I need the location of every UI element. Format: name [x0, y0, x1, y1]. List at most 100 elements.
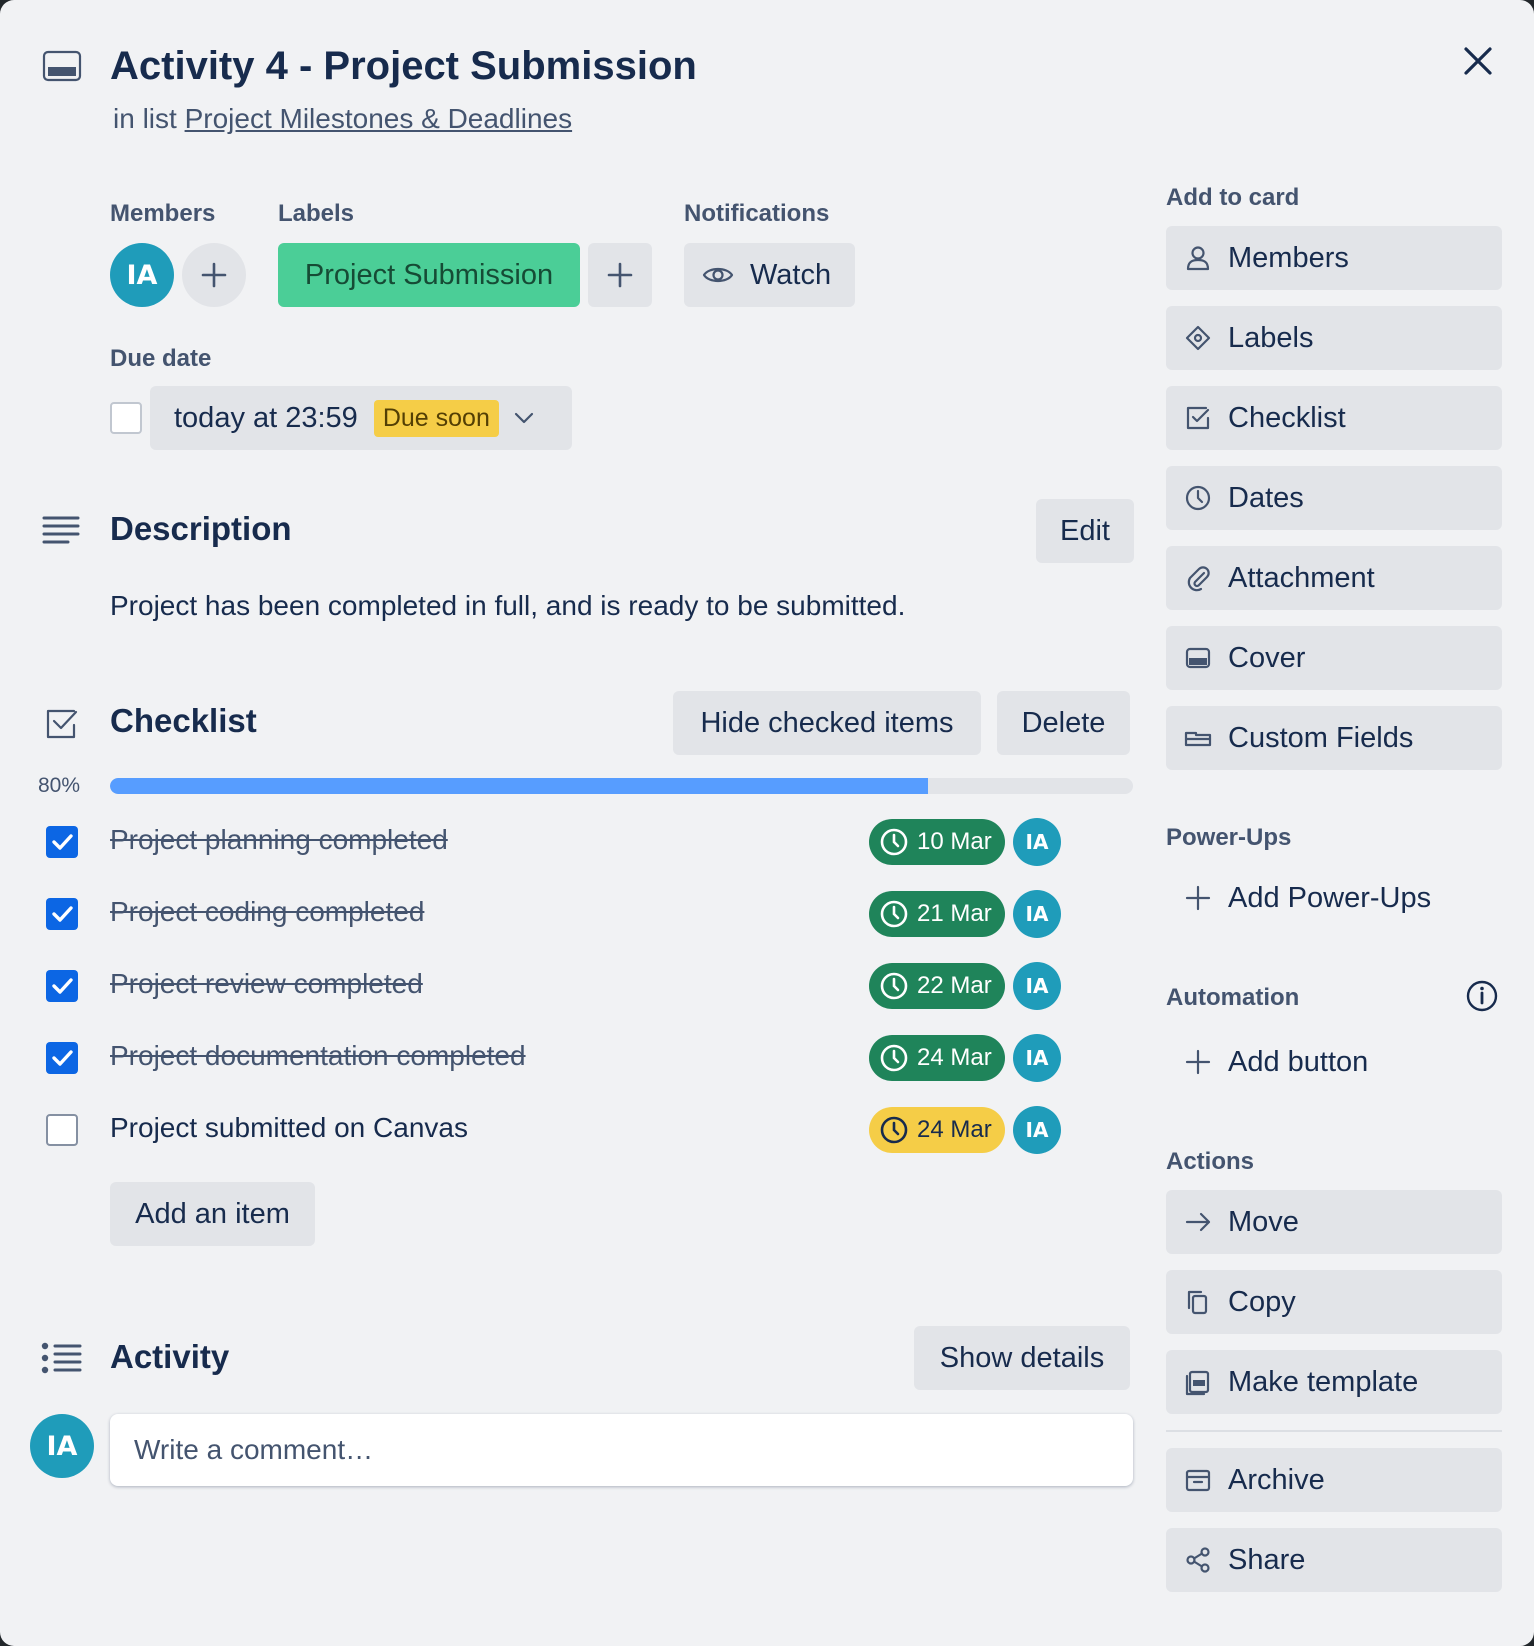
- add-member-button[interactable]: [182, 243, 246, 307]
- sidebar-dates-button[interactable]: Dates: [1166, 466, 1502, 530]
- list-link[interactable]: Project Milestones & Deadlines: [185, 103, 573, 134]
- checklist-item-text[interactable]: Project coding completed: [110, 896, 424, 928]
- automation-info-button[interactable]: [1464, 978, 1500, 1014]
- clock-icon: [880, 1116, 908, 1144]
- comment-input[interactable]: [110, 1414, 1133, 1486]
- activity-title: Activity: [110, 1338, 230, 1375]
- checklist-title[interactable]: Checklist: [110, 702, 257, 740]
- checklist-item-due-date[interactable]: 24 Mar: [869, 1107, 1005, 1153]
- checklist-progress-fill: [110, 778, 929, 794]
- checklist-item-date-text: 22 Mar: [917, 972, 992, 999]
- sidebar-button-label: Move: [1228, 1205, 1299, 1238]
- checklist-item-date-text: 24 Mar: [917, 1116, 992, 1143]
- person-icon: [1186, 246, 1210, 271]
- checklist-item-checkbox[interactable]: [46, 1042, 78, 1074]
- checkmark-icon: [52, 906, 73, 922]
- sidebar-labels-button[interactable]: Labels: [1166, 306, 1502, 370]
- due-status-badge: Due soon: [373, 399, 499, 437]
- edit-description-button[interactable]: Edit: [1036, 499, 1134, 563]
- checklist-item-due-date[interactable]: 21 Mar: [869, 891, 1005, 937]
- checklist-item-text[interactable]: Project review completed: [110, 968, 423, 1000]
- checklist-item-text[interactable]: Project documentation completed: [110, 1040, 526, 1072]
- checklist-item-checkbox[interactable]: [46, 970, 78, 1002]
- checklist-item-assignee[interactable]: IA: [1013, 1106, 1061, 1154]
- checkmark-icon: [52, 834, 73, 850]
- sidebar-button-label: Archive: [1228, 1463, 1325, 1496]
- hide-checked-items-button[interactable]: Hide checked items: [673, 691, 981, 755]
- checklist-item[interactable]: Project coding completed 21 Mar IA: [0, 884, 1140, 944]
- checklist-item-date-text: 21 Mar: [917, 900, 992, 927]
- checklist-item-date-text: 24 Mar: [917, 1044, 992, 1071]
- make-template-button[interactable]: Make template: [1166, 1350, 1502, 1414]
- checklist-item-due-date[interactable]: 10 Mar: [869, 819, 1005, 865]
- due-date-value: today at 23:59: [174, 401, 358, 434]
- checklist-item[interactable]: Project documentation completed 24 Mar I…: [0, 1028, 1140, 1088]
- chevron-down-icon: [514, 412, 533, 424]
- copy-card-button[interactable]: Copy: [1166, 1270, 1502, 1334]
- sidebar-button-label: Labels: [1228, 321, 1314, 354]
- archive-card-button[interactable]: Archive: [1166, 1448, 1502, 1512]
- checklist-item-assignee[interactable]: IA: [1013, 1034, 1061, 1082]
- description-text[interactable]: Project has been completed in full, and …: [110, 590, 905, 622]
- checklist-item-assignee[interactable]: IA: [1013, 962, 1061, 1010]
- delete-label: Delete: [1021, 706, 1106, 739]
- template-icon: [1185, 1370, 1210, 1396]
- sidebar-cover-button[interactable]: Cover: [1166, 626, 1502, 690]
- sidebar-members-button[interactable]: Members: [1166, 226, 1502, 290]
- checklist-item-due-date[interactable]: 22 Mar: [869, 963, 1005, 1009]
- add-label-button[interactable]: [588, 243, 652, 307]
- checklist-item-checkbox[interactable]: [46, 1114, 78, 1146]
- sidebar-checklist-button[interactable]: Checklist: [1166, 386, 1502, 450]
- checklist-item-text[interactable]: Project planning completed: [110, 824, 448, 856]
- sidebar-attachment-button[interactable]: Attachment: [1166, 546, 1502, 610]
- add-automation-button[interactable]: Add button: [1166, 1030, 1502, 1094]
- clock-icon: [880, 1044, 908, 1072]
- delete-checklist-button[interactable]: Delete: [997, 691, 1130, 755]
- checklist-item-due-date[interactable]: 24 Mar: [869, 1035, 1005, 1081]
- sidebar-button-label: Custom Fields: [1228, 721, 1414, 754]
- watch-label: Watch: [750, 258, 832, 291]
- card-title[interactable]: Activity 4 - Project Submission: [110, 44, 697, 89]
- checklist-item-assignee[interactable]: IA: [1013, 890, 1061, 938]
- due-complete-checkbox[interactable]: [110, 402, 142, 434]
- actions-label: Actions: [1166, 1148, 1255, 1175]
- avatar[interactable]: IA: [110, 243, 174, 307]
- automation-label: Automation: [1166, 984, 1300, 1011]
- description-title: Description: [110, 510, 292, 547]
- share-card-button[interactable]: Share: [1166, 1528, 1502, 1592]
- watch-button[interactable]: Watch: [684, 243, 855, 307]
- plus-icon: [1185, 1049, 1211, 1075]
- close-button[interactable]: [1455, 38, 1501, 84]
- power-ups-label: Power-Ups: [1166, 824, 1292, 851]
- add-checklist-item-button[interactable]: Add an item: [110, 1182, 315, 1246]
- checklist-item-checkbox[interactable]: [46, 826, 78, 858]
- checkmark-icon: [52, 1050, 73, 1066]
- checklist-icon: [1186, 406, 1210, 430]
- arrow-right-icon: [1185, 1212, 1211, 1232]
- sidebar-button-label: Attachment: [1228, 561, 1375, 594]
- sidebar-custom-fields-button[interactable]: Custom Fields: [1166, 706, 1502, 770]
- checklist-item-assignee[interactable]: IA: [1013, 818, 1061, 866]
- label-chip[interactable]: Project Submission: [278, 243, 580, 307]
- due-date-button[interactable]: today at 23:59 Due soon: [150, 386, 572, 450]
- sidebar-divider: [1166, 1430, 1502, 1432]
- checklist-item[interactable]: Project planning completed 10 Mar IA: [0, 812, 1140, 872]
- show-details-button[interactable]: Show details: [914, 1326, 1130, 1390]
- add-power-ups-button[interactable]: Add Power-Ups: [1166, 866, 1502, 930]
- edit-label: Edit: [1060, 514, 1110, 547]
- sidebar-button-label: Checklist: [1228, 401, 1346, 434]
- checklist-item[interactable]: Project review completed 22 Mar IA: [0, 956, 1140, 1016]
- list-breadcrumb: in list Project Milestones & Deadlines: [113, 103, 572, 135]
- add-item-label: Add an item: [135, 1197, 290, 1230]
- checklist-progress-percent: 80%: [38, 774, 81, 797]
- clock-icon: [1185, 485, 1211, 511]
- add-to-card-label: Add to card: [1166, 184, 1300, 211]
- checklist-item-text[interactable]: Project submitted on Canvas: [110, 1112, 468, 1144]
- close-icon: [1464, 47, 1492, 75]
- card-icon: [42, 50, 82, 84]
- checklist-item-checkbox[interactable]: [46, 898, 78, 930]
- checklist-item[interactable]: Project submitted on Canvas 24 Mar IA: [0, 1100, 1140, 1160]
- sidebar-button-label: Make template: [1228, 1365, 1419, 1398]
- eye-icon: [702, 267, 734, 283]
- move-card-button[interactable]: Move: [1166, 1190, 1502, 1254]
